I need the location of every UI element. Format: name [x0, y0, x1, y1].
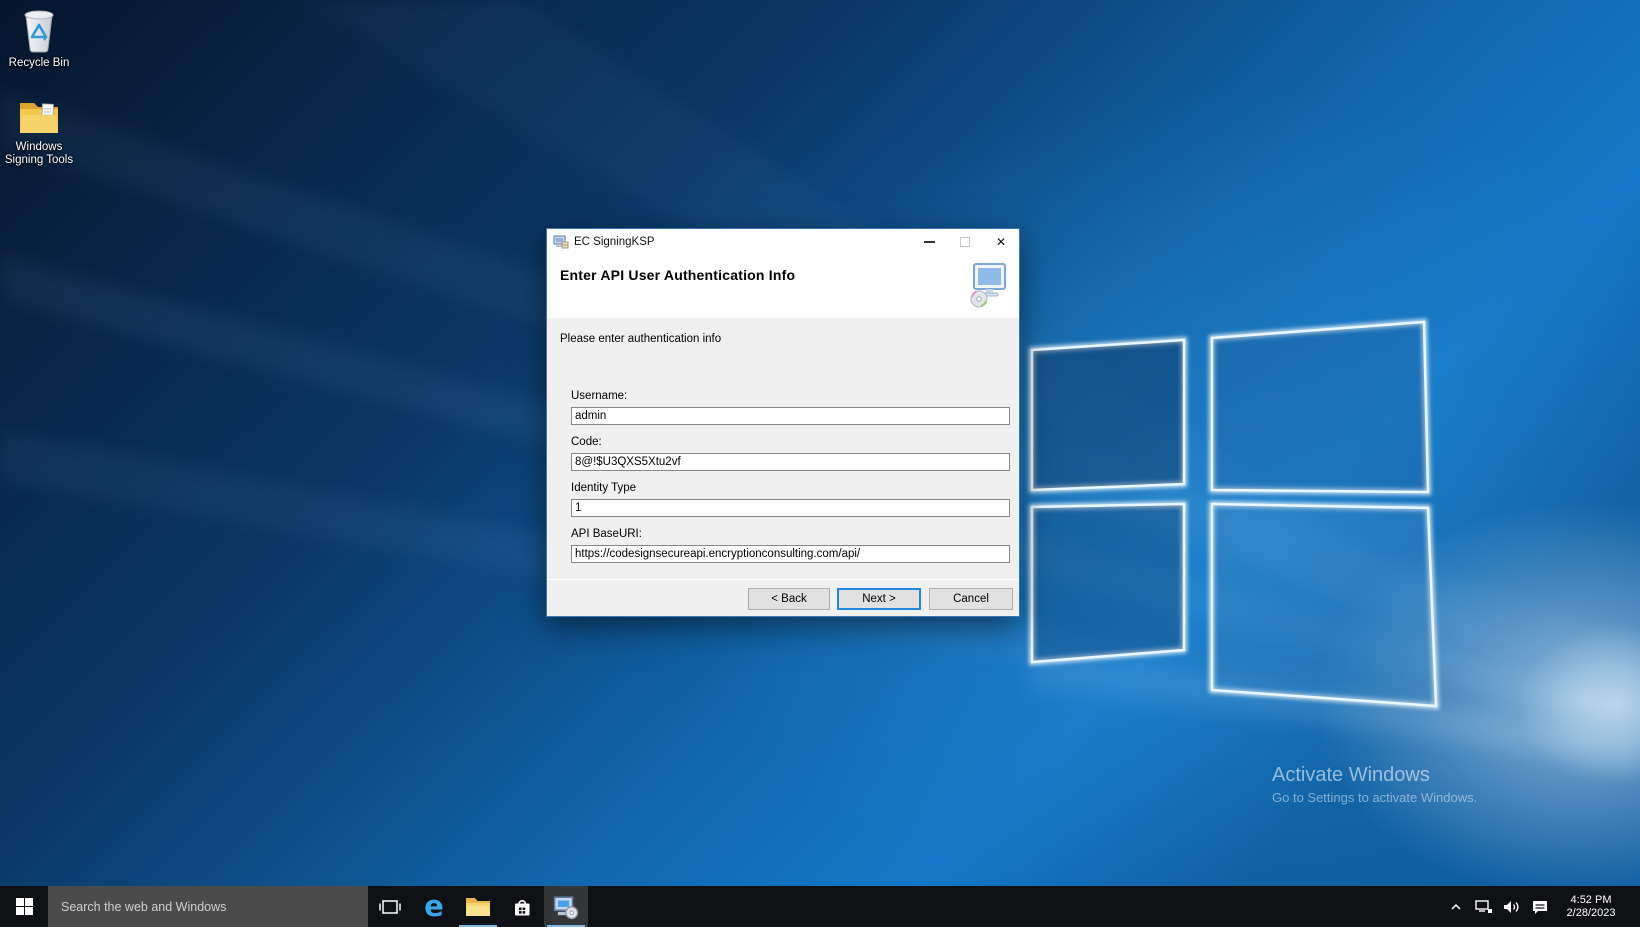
- desktop-icon-recycle-bin[interactable]: Recycle Bin: [0, 8, 78, 70]
- task-view-icon: [378, 895, 402, 919]
- code-input[interactable]: [571, 453, 1010, 471]
- clock-time: 4:52 PM: [1562, 894, 1620, 907]
- speaker-icon: [1503, 899, 1521, 915]
- identity-type-label: Identity Type: [571, 482, 636, 494]
- store-button[interactable]: [500, 886, 544, 927]
- installer-dialog: EC SigningKSP ✕ Enter API User Authentic…: [546, 228, 1020, 617]
- edge-browser-button[interactable]: e: [412, 886, 456, 927]
- chevron-up-icon: [1449, 900, 1463, 914]
- recycle-bin-icon: [18, 8, 60, 54]
- maximize-button[interactable]: [947, 229, 983, 255]
- dialog-instruction: Please enter authentication info: [560, 333, 721, 345]
- dialog-title: EC SigningKSP: [574, 236, 655, 248]
- installer-taskbar-button[interactable]: [544, 886, 588, 927]
- file-explorer-button[interactable]: [456, 886, 500, 927]
- volume-tray-button[interactable]: [1499, 886, 1525, 927]
- api-baseuri-input[interactable]: [571, 545, 1010, 563]
- maximize-icon: [960, 237, 970, 247]
- tray-overflow-button[interactable]: [1443, 886, 1469, 927]
- header-separator: [547, 317, 1019, 318]
- minimize-button[interactable]: [911, 229, 947, 255]
- dialog-heading: Enter API User Authentication Info: [560, 267, 795, 283]
- desktop-icon-windows-signing-tools[interactable]: Windows Signing Tools: [0, 98, 78, 167]
- back-button[interactable]: < Back: [748, 588, 830, 610]
- desktop-icon-label: Windows Signing Tools: [0, 141, 78, 167]
- identity-type-input[interactable]: [571, 499, 1010, 517]
- file-explorer-icon: [465, 896, 491, 917]
- close-icon: ✕: [996, 235, 1006, 249]
- desktop-screen: Recycle Bin Windows Signing Tools Activa…: [0, 0, 1640, 927]
- taskbar-clock[interactable]: 4:52 PM 2/28/2023: [1562, 894, 1620, 920]
- username-input[interactable]: [571, 407, 1010, 425]
- installer-taskbar-icon: [553, 894, 579, 920]
- dialog-header: Enter API User Authentication Info: [547, 255, 1019, 317]
- close-button[interactable]: ✕: [983, 229, 1019, 255]
- action-center-icon: [1531, 899, 1549, 915]
- dialog-titlebar[interactable]: EC SigningKSP ✕: [547, 229, 1019, 255]
- installer-app-icon: [553, 234, 569, 250]
- folder-icon: [16, 98, 62, 138]
- store-icon: [510, 895, 534, 919]
- window-controls: ✕: [911, 229, 1019, 255]
- footer-separator: [547, 579, 1019, 580]
- start-button[interactable]: [0, 886, 48, 927]
- windows-logo-icon: [16, 898, 33, 915]
- network-tray-button[interactable]: [1471, 886, 1497, 927]
- edge-icon: e: [424, 892, 444, 921]
- action-center-button[interactable]: [1527, 886, 1553, 927]
- task-view-button[interactable]: [368, 886, 412, 927]
- next-button[interactable]: Next >: [837, 588, 921, 610]
- clock-date: 2/28/2023: [1562, 907, 1620, 920]
- api-baseuri-label: API BaseURI:: [571, 528, 642, 540]
- cancel-button[interactable]: Cancel: [929, 588, 1013, 610]
- taskbar: e: [0, 886, 1640, 927]
- computer-disc-icon: [967, 262, 1009, 308]
- desktop-icon-label: Recycle Bin: [0, 57, 78, 70]
- network-ethernet-icon: [1475, 899, 1493, 915]
- code-label: Code:: [571, 436, 602, 448]
- username-label: Username:: [571, 390, 627, 402]
- minimize-icon: [924, 241, 935, 243]
- taskbar-search-input[interactable]: [48, 886, 368, 927]
- system-tray: 4:52 PM 2/28/2023: [1443, 886, 1640, 927]
